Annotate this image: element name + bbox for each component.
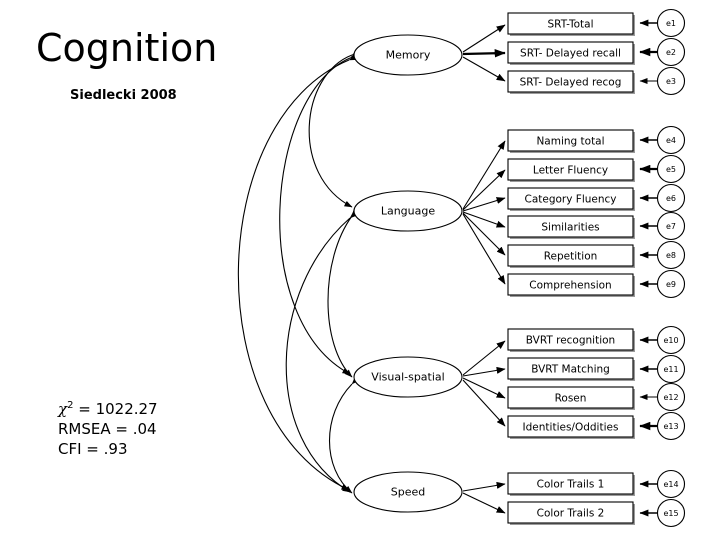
factor-label: Speed: [391, 486, 425, 499]
error-label: e7: [666, 222, 676, 231]
loading-memory-srt-total: [462, 24, 506, 53]
error-label: e3: [666, 77, 676, 86]
error-label: e1: [666, 19, 676, 28]
indicator-label: BVRT recognition: [526, 335, 615, 347]
cov-language-visual-spatial: [327, 208, 359, 378]
indicator-node[interactable]: SRT- Delayed recall: [507, 41, 635, 65]
cov-visual-spatial-speed: [328, 376, 360, 494]
indicator-node[interactable]: SRT-Total: [507, 12, 635, 36]
error-label: e12: [663, 393, 678, 402]
latent-factors: Memory Language Visual-spatial Speed: [353, 34, 463, 513]
error-node[interactable]: e7: [656, 211, 686, 241]
indicator-label: SRT- Delayed recog: [520, 77, 622, 89]
indicator-node[interactable]: Naming total: [507, 129, 635, 153]
loading-visual-spatial-rosen: [462, 377, 506, 399]
error-label: e4: [666, 136, 676, 145]
indicator-label: Rosen: [555, 393, 587, 405]
error-node[interactable]: e13: [656, 411, 686, 441]
loading-language-naming-total: [462, 140, 506, 210]
indicator-node[interactable]: BVRT recognition: [507, 328, 635, 352]
error-node[interactable]: e4: [656, 125, 686, 155]
indicator-node[interactable]: Comprehension: [507, 273, 635, 297]
error-paths: [639, 19, 657, 517]
error-node[interactable]: e8: [656, 240, 686, 270]
loadings-language: [462, 140, 506, 285]
error-node[interactable]: e9: [656, 269, 686, 299]
loading-speed-color-trails-1: [462, 481, 506, 492]
error-label: e10: [663, 336, 678, 345]
loadings-visual-spatial: [462, 340, 506, 427]
slide-canvas: Cognition Siedlecki 2008 χ2 = 1022.27 RM…: [0, 0, 720, 540]
error-node[interactable]: e10: [656, 325, 686, 355]
indicator-label: SRT-Total: [548, 19, 594, 31]
error-node[interactable]: e11: [656, 354, 686, 384]
factor-node-visual-spatial[interactable]: Visual-spatial: [353, 356, 463, 398]
error-node[interactable]: e5: [656, 154, 686, 184]
sem-path-diagram: SRT-Total SRT- Delayed recall SRT- Delay…: [237, 8, 686, 528]
indicator-label: SRT- Delayed recall: [520, 48, 621, 60]
indicator-label: Naming total: [536, 136, 604, 148]
error-node[interactable]: e12: [656, 382, 686, 412]
indicator-node[interactable]: Identities/Oddities: [507, 415, 635, 439]
error-label: e15: [663, 509, 678, 518]
indicator-label: BVRT Matching: [531, 364, 610, 376]
error-node[interactable]: e14: [656, 469, 686, 499]
error-node[interactable]: e3: [656, 66, 686, 96]
loading-speed-color-trails-2: [462, 492, 506, 514]
indicator-node[interactable]: Repetition: [507, 244, 635, 268]
loading-memory-srt-delayed-recog: [462, 56, 506, 82]
factor-label: Visual-spatial: [371, 371, 444, 384]
indicator-node[interactable]: Color Trails 1: [507, 472, 635, 496]
indicator-label: Repetition: [544, 251, 598, 263]
indicator-label: Comprehension: [529, 280, 611, 292]
loadings-memory: [462, 24, 506, 82]
factor-node-speed[interactable]: Speed: [353, 471, 463, 513]
indicator-node[interactable]: Letter Fluency: [507, 158, 635, 182]
indicator-node[interactable]: Category Fluency: [507, 187, 635, 211]
error-node[interactable]: e6: [656, 183, 686, 213]
indicator-node[interactable]: Color Trails 2: [507, 501, 635, 525]
error-label: e8: [666, 251, 676, 260]
factor-label: Language: [381, 205, 436, 218]
loadings-speed: [462, 481, 506, 514]
error-node[interactable]: e15: [656, 498, 686, 528]
error-label: e11: [663, 365, 678, 374]
error-label: e9: [666, 280, 676, 289]
loading-memory-srt-delayed-recall: [462, 48, 506, 58]
error-label: e13: [663, 422, 678, 431]
indicator-node[interactable]: BVRT Matching: [507, 357, 635, 381]
indicator-label: Category Fluency: [524, 194, 616, 206]
cov-language-speed: [285, 210, 358, 493]
error-label: e14: [663, 480, 678, 489]
cov-memory-speed: [237, 54, 358, 491]
loading-visual-spatial-identities-oddities: [462, 379, 506, 427]
indicator-label: Letter Fluency: [533, 165, 608, 177]
indicator-node[interactable]: SRT- Delayed recog: [507, 70, 635, 94]
indicator-label: Identities/Oddities: [523, 422, 619, 434]
error-node[interactable]: e1: [656, 8, 686, 38]
indicator-label: Similarities: [541, 222, 599, 234]
factor-node-memory[interactable]: Memory: [353, 34, 463, 76]
error-node[interactable]: e2: [656, 37, 686, 67]
cov-memory-language: [308, 49, 361, 208]
error-label: e6: [666, 194, 676, 203]
indicator-label: Color Trails 2: [537, 508, 605, 520]
error-circles: e1 e2 e3 e4 e5 e6 e7 e8 e9 e10 e11 e12 e…: [656, 8, 686, 528]
covariance-arcs: [237, 49, 361, 494]
error-label: e2: [666, 48, 676, 57]
indicator-label: Color Trails 1: [537, 479, 605, 491]
indicator-boxes: SRT-Total SRT- Delayed recall SRT- Delay…: [507, 12, 635, 525]
error-label: e5: [666, 165, 676, 174]
factor-label: Memory: [386, 49, 431, 62]
indicator-node[interactable]: Rosen: [507, 386, 635, 410]
factor-node-language[interactable]: Language: [353, 190, 463, 232]
indicator-node[interactable]: Similarities: [507, 215, 635, 239]
